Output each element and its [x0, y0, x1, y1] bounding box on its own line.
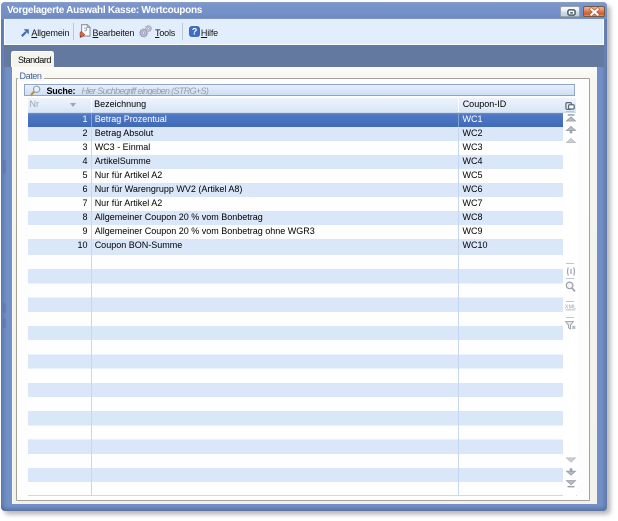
- svg-text:?: ?: [192, 26, 197, 36]
